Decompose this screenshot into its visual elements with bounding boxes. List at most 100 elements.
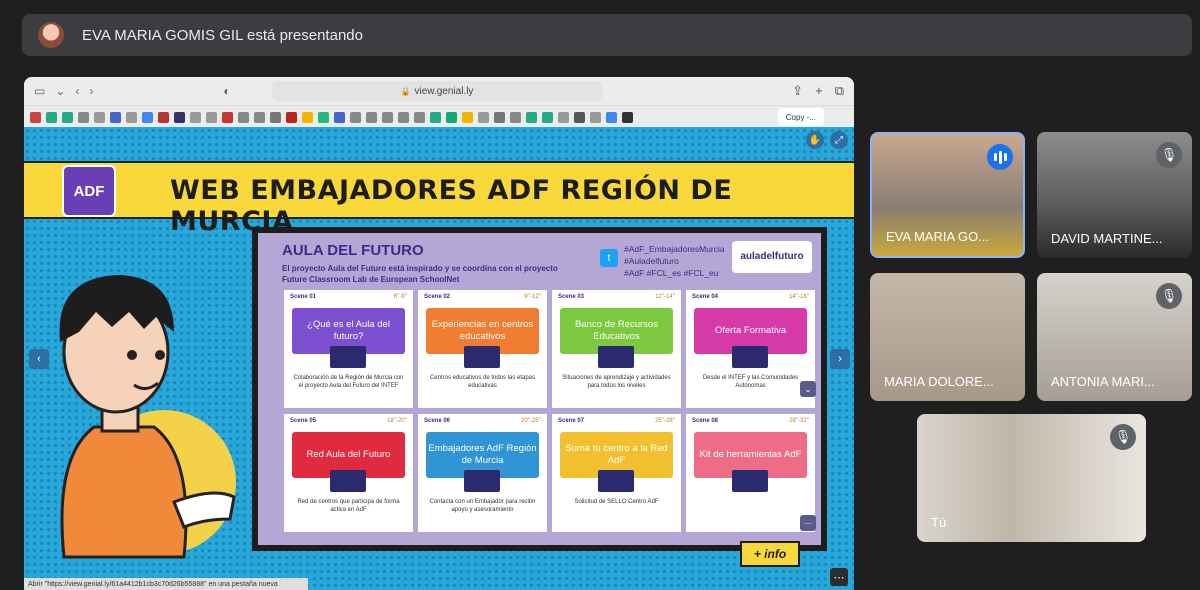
bookmark-icon[interactable]: [222, 111, 233, 123]
participant-name: ANTONIA MARI...: [1051, 374, 1155, 389]
participant-name: MARIA DOLORE...: [884, 374, 994, 389]
panel-title: AULA DEL FUTURO: [282, 242, 424, 259]
content-panel: AULA DEL FUTURO El proyecto Aula del Fut…: [252, 227, 827, 551]
scene-illustration: [464, 346, 500, 368]
shield-icon[interactable]: ◐: [223, 84, 230, 98]
scene-illustration: [732, 470, 768, 492]
scene-time: 14''-18'': [789, 294, 809, 300]
browser-tab[interactable]: Copy -...: [777, 108, 824, 126]
scene-card[interactable]: Scene 08 28''-32'' Kit de herramientas AdF: [686, 414, 815, 532]
scene-card[interactable]: Scene 05 18''-20'' Red Aula del Futuro Red …: [284, 414, 413, 532]
bookmark-icon[interactable]: [110, 111, 121, 123]
scene-card[interactable]: Scene 06 20''-25'' Embajadores AdF Región …: [418, 414, 547, 532]
link-status-tooltip: Abrir "https://view.genial.ly/61a4412b1c…: [24, 578, 308, 590]
bookmark-icon[interactable]: [510, 111, 521, 123]
presenter-bar: EVA MARIA GOMIS GIL está presentando: [22, 14, 1192, 56]
bookmark-icon[interactable]: [302, 111, 313, 123]
back-icon[interactable]: ‹: [75, 84, 79, 98]
bookmark-icon[interactable]: [254, 111, 265, 123]
bookmark-icon[interactable]: [590, 111, 601, 123]
chevron-down-icon[interactable]: ⌄: [800, 381, 816, 397]
hand-icon[interactable]: ✋: [806, 131, 824, 149]
bookmark-icon[interactable]: [542, 111, 553, 123]
forward-icon[interactable]: ›: [89, 84, 93, 98]
bookmark-icon[interactable]: [350, 111, 361, 123]
bookmark-icon[interactable]: [526, 111, 537, 123]
participant-tile[interactable]: 🎙︎ DAVID MARTINE...: [1037, 132, 1192, 258]
bookmark-icon[interactable]: [446, 111, 457, 123]
title-banner: ADF WEB EMBAJADORES ADF REGIÓN DE MURCIA: [24, 161, 854, 237]
scene-illustration: [598, 470, 634, 492]
participant-tile[interactable]: 🎙︎ ANTONIA MARI...: [1037, 273, 1192, 401]
bookmark-icon[interactable]: [606, 111, 617, 123]
bookmark-icon[interactable]: [366, 111, 377, 123]
bookmark-icon[interactable]: [558, 111, 569, 123]
bookmark-icon[interactable]: [94, 111, 105, 123]
shared-browser-window: ▭ ⌄ ‹ › ◐ 🔒 view.genial.ly ⇪ + ⧉ Copy -.…: [24, 77, 854, 590]
scene-illustration: [732, 346, 768, 368]
participant-name: DAVID MARTINE...: [1051, 231, 1163, 246]
hashtags: #AdF_EmbajadoresMurcia #Auladelfuturo #A…: [624, 244, 725, 278]
bookmark-icon[interactable]: [574, 111, 585, 123]
bookmark-icon[interactable]: [126, 111, 137, 123]
scene-illustration: [598, 346, 634, 368]
fullscreen-icon[interactable]: ⤢: [830, 131, 848, 149]
bookmark-icon[interactable]: [158, 111, 169, 123]
bookmark-icon[interactable]: [382, 111, 393, 123]
participant-name: EVA MARIA GO...: [886, 229, 990, 244]
scene-card[interactable]: Scene 07 25''-28'' Suma tu centro a la Red…: [552, 414, 681, 532]
bookmark-icon[interactable]: [398, 111, 409, 123]
bookmark-icon[interactable]: [622, 111, 633, 123]
scene-label: Scene 01: [290, 294, 317, 300]
bookmark-icon[interactable]: [30, 111, 41, 123]
mic-off-icon: 🎙︎: [1110, 424, 1136, 450]
scene-description: Centros educativos de todos las etapas e…: [429, 375, 536, 389]
scene-description: Solicitud de SELLO Centro AdF: [574, 499, 659, 505]
bookmark-icon[interactable]: [494, 111, 505, 123]
sidebar-icon[interactable]: ▭: [34, 84, 45, 98]
bookmark-icon[interactable]: [174, 111, 185, 123]
tabs-overview-icon[interactable]: ⧉: [835, 83, 844, 99]
bookmark-icon[interactable]: [414, 111, 425, 123]
address-bar[interactable]: 🔒 view.genial.ly: [272, 81, 602, 101]
scene-label: Scene 04: [692, 294, 719, 300]
scene-card[interactable]: Scene 03 12''-14'' Banco de Recursos Educa…: [552, 290, 681, 408]
more-options-icon[interactable]: ⋯: [830, 568, 848, 586]
bookmark-icon[interactable]: [430, 111, 441, 123]
scene-time: 20''-25'': [521, 418, 541, 424]
browser-toolbar: ▭ ⌄ ‹ › ◐ 🔒 view.genial.ly ⇪ + ⧉: [24, 77, 854, 106]
bookmark-icon[interactable]: [190, 111, 201, 123]
scene-illustration: [330, 346, 366, 368]
participant-tile[interactable]: MARIA DOLORE...: [870, 273, 1025, 401]
adf-logo: ADF: [62, 165, 116, 217]
bookmark-icon[interactable]: [238, 111, 249, 123]
speaking-indicator-icon: [987, 144, 1013, 170]
cartoon-boy-illustration: [59, 275, 236, 559]
participant-tile[interactable]: EVA MARIA GO...: [870, 132, 1025, 258]
scene-card[interactable]: Scene 04 14''-18'' Oferta Formativa Desde e…: [686, 290, 815, 408]
more-info-button[interactable]: + info: [740, 541, 800, 567]
next-slide-button[interactable]: ›: [830, 349, 850, 369]
more-options-icon[interactable]: ⋯: [800, 515, 816, 531]
bookmark-icon[interactable]: [62, 111, 73, 123]
scene-card[interactable]: Scene 01 6''-9'' ¿Qué es el Aula del futur…: [284, 290, 413, 408]
self-view-tile[interactable]: 🎙︎ Tú: [917, 414, 1146, 542]
bookmark-icon[interactable]: [270, 111, 281, 123]
scene-description: Contacta con un Embajador para recibir a…: [429, 499, 536, 513]
bookmark-icon[interactable]: [286, 111, 297, 123]
bookmark-icon[interactable]: [46, 111, 57, 123]
bookmark-icon[interactable]: [142, 111, 153, 123]
new-tab-icon[interactable]: +: [815, 83, 823, 99]
bookmark-icon[interactable]: [462, 111, 473, 123]
bookmark-icon[interactable]: [478, 111, 489, 123]
share-icon[interactable]: ⇪: [792, 83, 803, 99]
scene-card[interactable]: Scene 02 9''-12'' Experiencias en centros …: [418, 290, 547, 408]
bookmark-icon[interactable]: [334, 111, 345, 123]
bookmark-icon[interactable]: [206, 111, 217, 123]
bookmark-icon[interactable]: [318, 111, 329, 123]
bookmark-icon[interactable]: [78, 111, 89, 123]
scene-description: Situaciones de aprendizaje y actividades…: [562, 375, 671, 389]
chevron-down-icon[interactable]: ⌄: [55, 84, 65, 98]
prev-slide-button[interactable]: ‹: [29, 349, 49, 369]
genially-presentation: ✋ ⤢ ADF WEB EMBAJADORES ADF REGIÓN DE MU…: [24, 127, 854, 590]
